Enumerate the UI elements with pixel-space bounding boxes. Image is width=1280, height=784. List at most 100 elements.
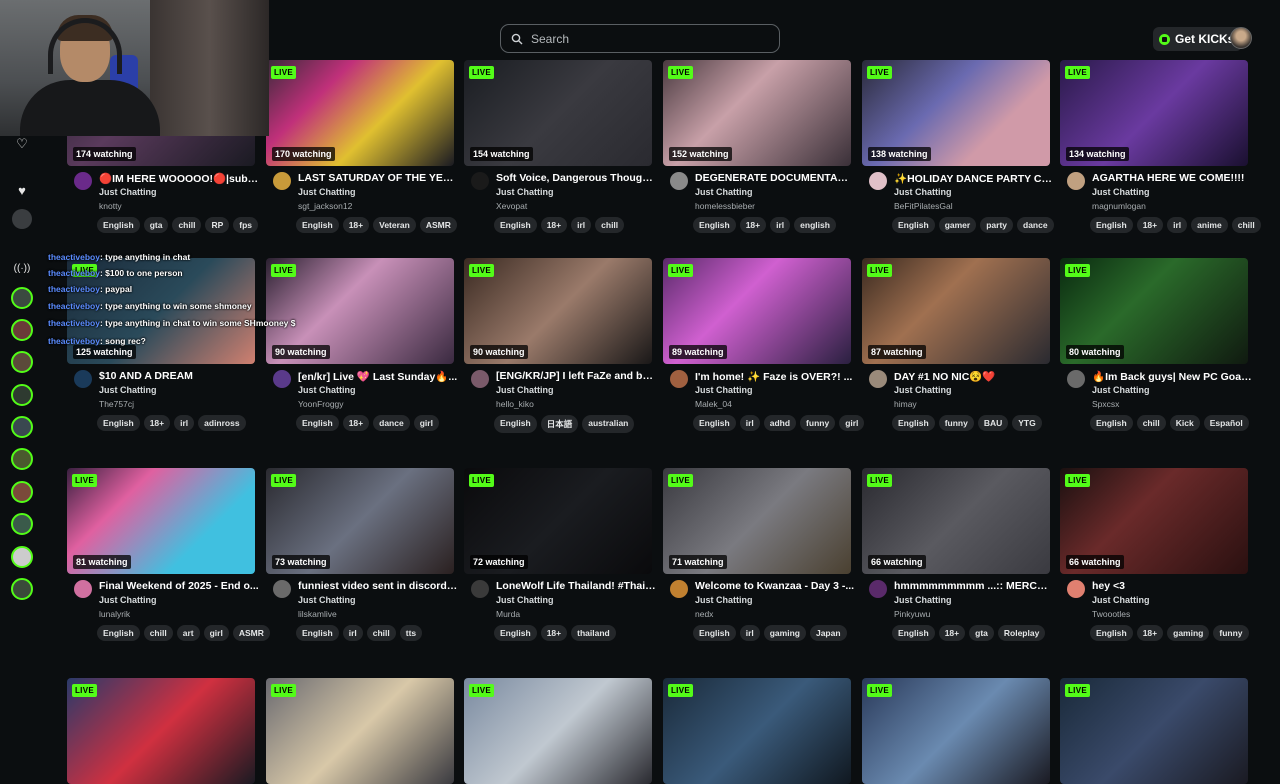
stream-category[interactable]: Just Chatting (695, 187, 753, 197)
stream-tag[interactable]: English (97, 217, 140, 233)
channel-avatar[interactable] (471, 370, 489, 388)
stream-category[interactable]: Just Chatting (695, 595, 753, 605)
stream-tag[interactable]: 18+ (739, 217, 767, 233)
stream-thumbnail[interactable]: LIVE 152 watching (663, 60, 851, 166)
stream-title[interactable]: Final Weekend of 2025 - End o... (99, 580, 259, 592)
channel-avatar[interactable] (471, 172, 489, 190)
channel-name[interactable]: lilskamlive (298, 609, 337, 619)
stream-tag[interactable]: gaming (763, 625, 806, 641)
stream-thumbnail[interactable]: LIVE 90 watching (464, 258, 652, 364)
channel-avatar[interactable] (471, 580, 489, 598)
stream-title[interactable]: 🔴IM HERE WOOOOO!🔴|sub ... (99, 172, 259, 185)
stream-tag[interactable]: chill (366, 625, 396, 641)
stream-title[interactable]: hey <3 (1092, 580, 1252, 592)
stream-tag[interactable]: funny (938, 415, 974, 431)
stream-thumbnail[interactable]: LIVE 81 watching (67, 468, 255, 574)
stream-tag[interactable]: 18+ (540, 217, 568, 233)
stream-thumbnail[interactable]: LIVE 73 watching (266, 468, 454, 574)
stream-category[interactable]: Just Chatting (496, 595, 554, 605)
stream-category[interactable]: Just Chatting (1092, 385, 1150, 395)
channel-name[interactable]: himay (894, 399, 917, 409)
channel-name[interactable]: Spxcsx (1092, 399, 1119, 409)
stream-category[interactable]: Just Chatting (496, 187, 554, 197)
stream-tag[interactable]: Español (1203, 415, 1249, 431)
stream-thumbnail[interactable]: LIVE 72 watching (464, 468, 652, 574)
search-input[interactable] (531, 31, 761, 46)
stream-category[interactable]: Just Chatting (496, 385, 554, 395)
stream-tag[interactable]: dance (373, 415, 410, 431)
stream-thumbnail[interactable]: LIVE 89 watching (663, 258, 851, 364)
stream-tag[interactable]: thailand (571, 625, 616, 641)
stream-tag[interactable]: English (892, 415, 935, 431)
followed-channel-avatar[interactable] (11, 287, 33, 309)
stream-tag[interactable]: irl (571, 217, 592, 233)
stream-category[interactable]: Just Chatting (1092, 595, 1150, 605)
channel-name[interactable]: Murda (496, 609, 520, 619)
stream-tag[interactable]: English (296, 217, 339, 233)
channel-avatar[interactable] (1067, 370, 1085, 388)
stream-tag[interactable]: English (892, 625, 935, 641)
stream-tag[interactable]: chill (595, 217, 625, 233)
stream-category[interactable]: Just Chatting (298, 595, 356, 605)
stream-category[interactable]: Just Chatting (298, 187, 356, 197)
stream-thumbnail[interactable]: LIVE 80 watching (1060, 258, 1248, 364)
stream-tag[interactable]: 18+ (143, 415, 171, 431)
stream-tag[interactable]: English (1090, 217, 1133, 233)
stream-tag[interactable]: girl (203, 625, 229, 641)
stream-category[interactable]: Just Chatting (99, 385, 157, 395)
stream-category[interactable]: Just Chatting (1092, 187, 1150, 197)
stream-thumbnail[interactable]: LIVE 90 watching (266, 258, 454, 364)
channel-name[interactable]: lunalyrik (99, 609, 130, 619)
stream-title[interactable]: DEGENERATE DOCUMENTARI... (695, 172, 855, 184)
stream-tag[interactable]: English (296, 415, 339, 431)
channel-avatar[interactable] (670, 172, 688, 190)
channel-avatar[interactable] (670, 580, 688, 598)
stream-tag[interactable]: 18+ (342, 415, 370, 431)
stream-tag[interactable]: anime (1191, 217, 1228, 233)
stream-category[interactable]: Just Chatting (99, 595, 157, 605)
channel-name[interactable]: Malek_04 (695, 399, 732, 409)
stream-category[interactable]: Just Chatting (695, 385, 753, 395)
stream-title[interactable]: DAY #1 NO NIC😵❤️ (894, 370, 1054, 383)
stream-tag[interactable]: irl (739, 625, 760, 641)
followed-channel-avatar[interactable] (11, 351, 33, 373)
stream-category[interactable]: Just Chatting (99, 187, 157, 197)
stream-title[interactable]: LAST SATURDAY OF THE YEA... (298, 172, 458, 184)
channel-name[interactable]: The757cj (99, 399, 134, 409)
stream-tag[interactable]: 18+ (938, 625, 966, 641)
stream-tag[interactable]: English (693, 415, 736, 431)
stream-tag[interactable]: Kick (1169, 415, 1200, 431)
followed-channel-avatar[interactable] (11, 448, 33, 470)
channel-name[interactable]: knotty (99, 201, 122, 211)
followed-channel-avatar[interactable] (11, 513, 33, 535)
channel-avatar[interactable] (1067, 172, 1085, 190)
stream-tag[interactable]: English (693, 217, 736, 233)
stream-tag[interactable]: irl (770, 217, 791, 233)
channel-avatar[interactable] (1067, 580, 1085, 598)
followed-channel-avatar[interactable] (11, 319, 33, 341)
avatar-icon[interactable] (12, 209, 32, 229)
stream-tag[interactable]: girl (413, 415, 439, 431)
stream-title[interactable]: [en/kr] Live 💖 Last Sunday🔥... (298, 370, 458, 383)
stream-tag[interactable]: RP (205, 217, 230, 233)
stream-category[interactable]: Just Chatting (894, 595, 952, 605)
stream-category[interactable]: Just Chatting (298, 385, 356, 395)
stream-title[interactable]: Soft Voice, Dangerous Thoughts (496, 172, 656, 184)
stream-tag[interactable]: 日本語 (540, 415, 579, 433)
channel-avatar[interactable] (273, 172, 291, 190)
channel-avatar[interactable] (670, 370, 688, 388)
stream-thumbnail[interactable]: LIVE 87 watching (862, 258, 1050, 364)
stream-tag[interactable]: art (176, 625, 200, 641)
stream-tag[interactable]: chill (1231, 217, 1261, 233)
channel-avatar[interactable] (869, 172, 887, 190)
stream-title[interactable]: 🔥Im Back guys| New PC Goal... (1092, 370, 1252, 383)
stream-title[interactable]: LoneWolf Life Thailand! #Thail... (496, 580, 656, 592)
stream-title[interactable]: hmmmmmmmmm ...:: MERCY ... (894, 580, 1054, 592)
channel-avatar[interactable] (273, 370, 291, 388)
channel-avatar[interactable] (74, 172, 92, 190)
channel-name[interactable]: sgt_jackson12 (298, 201, 352, 211)
channel-avatar[interactable] (273, 580, 291, 598)
stream-tag[interactable]: tts (399, 625, 423, 641)
channel-name[interactable]: nedx (695, 609, 713, 619)
channel-avatar[interactable] (74, 580, 92, 598)
